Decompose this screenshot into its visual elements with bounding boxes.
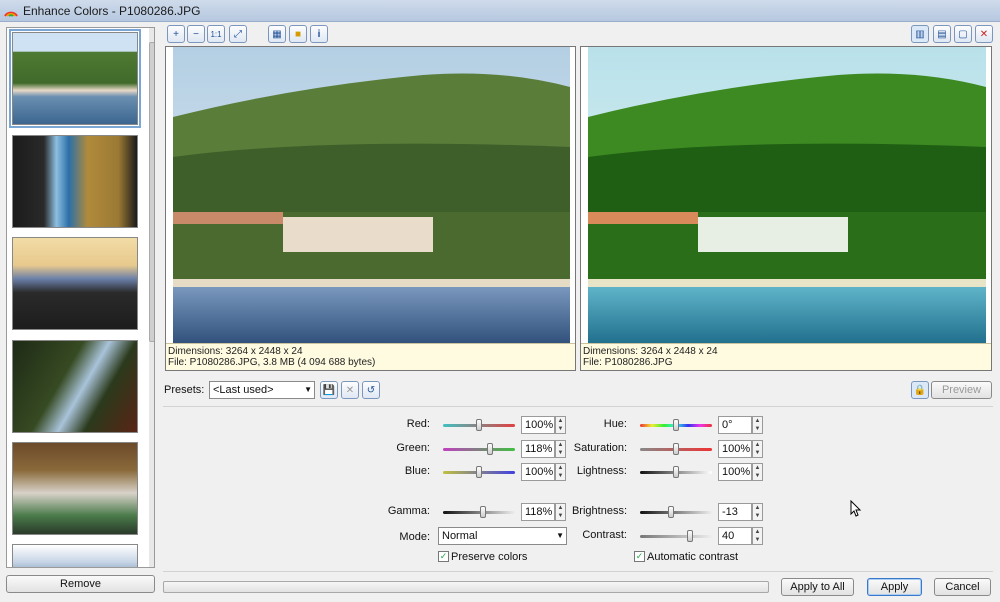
window-title: Enhance Colors - P1080286.JPG	[23, 3, 201, 18]
split-vertical-icon[interactable]: ▥	[911, 25, 929, 43]
automatic-contrast-label[interactable]: Automatic contrast	[647, 551, 738, 563]
separator	[163, 406, 993, 407]
gamma-slider-handle[interactable]	[479, 506, 486, 518]
contrast-label: Contrast:	[582, 529, 627, 541]
lightness-slider-handle[interactable]	[673, 466, 679, 478]
reset-icon[interactable]: ↺	[362, 381, 380, 399]
thumbnail-person-railing[interactable]	[12, 237, 138, 330]
thumbnail-hotel-room[interactable]	[12, 135, 138, 228]
progress-bar	[163, 581, 769, 593]
preview-button[interactable]: Preview	[931, 381, 992, 399]
contrast-value-field[interactable]: 40	[718, 527, 752, 545]
gamma-value-field[interactable]: 118%	[521, 503, 555, 521]
cancel-button[interactable]: Cancel	[934, 578, 991, 596]
save-preset-icon[interactable]: 💾	[320, 381, 338, 399]
thumbnail-lake-hillside[interactable]	[9, 29, 141, 128]
chevron-down-icon: ▼	[304, 385, 312, 394]
red-value-field[interactable]: 100%	[521, 416, 555, 434]
contrast-slider-handle[interactable]	[687, 530, 694, 542]
lightness-label: Lightness:	[576, 465, 627, 477]
mouse-cursor-icon	[850, 500, 862, 517]
single-view-icon[interactable]: ▢	[954, 25, 972, 43]
red-label: Red:	[406, 418, 430, 430]
original-photo	[173, 47, 570, 345]
green-slider-handle[interactable]	[486, 443, 493, 455]
apply-button[interactable]: Apply	[867, 578, 922, 596]
thumbnail-list[interactable]	[6, 27, 155, 568]
highlight-icon[interactable]: ■	[289, 25, 307, 43]
saturation-label: Saturation:	[573, 442, 627, 454]
preserve-colors-checkbox[interactable]: ✓	[438, 551, 449, 562]
contrast-spinner[interactable]: ▲ ▼	[752, 527, 763, 545]
brightness-spinner[interactable]: ▲ ▼	[752, 503, 763, 521]
chevron-down-icon: ▼	[556, 531, 564, 540]
mode-selected: Normal	[442, 530, 478, 542]
separator	[163, 571, 993, 572]
original-file: File: P1080286.JPG, 3.8 MB (4 094 688 by…	[168, 357, 376, 368]
lightness-spinner[interactable]: ▲ ▼	[752, 463, 763, 481]
presets-label: Presets:	[164, 384, 205, 396]
brightness-slider[interactable]	[640, 511, 712, 514]
lock-icon[interactable]: 🔒	[911, 381, 929, 399]
thumbnail-sky-edge[interactable]	[12, 544, 138, 567]
remove-button[interactable]: Remove	[6, 575, 155, 593]
blue-value-field[interactable]: 100%	[521, 463, 555, 481]
apply-to-all-button[interactable]: Apply to All	[781, 578, 854, 596]
mode-dropdown[interactable]: Normal ▼	[438, 527, 567, 545]
hue-label: Hue:	[603, 418, 627, 430]
original-info: Dimensions: 3264 x 2448 x 24 File: P1080…	[166, 343, 575, 370]
green-label: Green:	[396, 442, 430, 454]
delete-preset-icon[interactable]: ✕	[341, 381, 359, 399]
close-view-icon[interactable]: ✕	[975, 25, 993, 43]
thumbnail-child-restaurant[interactable]	[12, 442, 138, 535]
info-icon[interactable]: i	[310, 25, 328, 43]
preserve-colors-label[interactable]: Preserve colors	[451, 551, 527, 563]
automatic-contrast-checkbox[interactable]: ✓	[634, 551, 645, 562]
hue-spinner[interactable]: ▲ ▼	[752, 416, 763, 434]
lightness-value-field[interactable]: 100%	[718, 463, 752, 481]
blue-slider-handle[interactable]	[476, 466, 482, 478]
preview-image-panel: Dimensions: 3264 x 2448 x 24 File: P1080…	[580, 46, 992, 371]
fit-window-icon[interactable]: ⤢	[229, 25, 247, 43]
presets-selected: <Last used>	[213, 384, 274, 396]
thumbnail-tree-foliage[interactable]	[12, 340, 138, 433]
hue-value-field[interactable]: 0°	[718, 416, 752, 434]
original-image-panel: Dimensions: 3264 x 2448 x 24 File: P1080…	[165, 46, 576, 371]
preview-dimensions: Dimensions: 3264 x 2448 x 24	[583, 346, 718, 357]
preview-info: Dimensions: 3264 x 2448 x 24 File: P1080…	[581, 343, 991, 370]
original-dimensions: Dimensions: 3264 x 2448 x 24	[168, 346, 303, 357]
actual-size-icon[interactable]: 1:1	[207, 25, 225, 43]
brightness-slider-handle[interactable]	[667, 506, 674, 518]
green-value-field[interactable]: 118%	[521, 440, 555, 458]
saturation-spinner[interactable]: ▲ ▼	[752, 440, 763, 458]
presets-dropdown[interactable]: <Last used> ▼	[209, 381, 315, 399]
title-bar: Enhance Colors - P1080286.JPG	[0, 0, 1000, 22]
red-slider-handle[interactable]	[476, 419, 482, 431]
zoom-out-icon[interactable]: −	[187, 25, 205, 43]
saturation-value-field[interactable]: 100%	[718, 440, 752, 458]
picture-icon[interactable]: ▦	[268, 25, 286, 43]
brightness-label: Brightness:	[571, 505, 627, 517]
split-horizontal-icon[interactable]: ▤	[933, 25, 951, 43]
blue-label: Blue:	[404, 465, 430, 477]
scrollbar-thumb[interactable]	[149, 42, 154, 342]
preview-photo	[588, 47, 986, 345]
thumbnail-scrollbar[interactable]	[149, 28, 154, 567]
preview-file: File: P1080286.JPG	[583, 357, 673, 368]
contrast-slider[interactable]	[640, 535, 712, 538]
rainbow-app-icon	[4, 11, 18, 17]
saturation-slider-handle[interactable]	[673, 443, 679, 455]
hue-slider-handle[interactable]	[673, 419, 679, 431]
green-slider[interactable]	[443, 448, 515, 451]
zoom-in-icon[interactable]: +	[167, 25, 185, 43]
mode-label: Mode:	[399, 531, 430, 543]
gamma-label: Gamma:	[387, 505, 430, 517]
brightness-value-field[interactable]: -13	[718, 503, 752, 521]
